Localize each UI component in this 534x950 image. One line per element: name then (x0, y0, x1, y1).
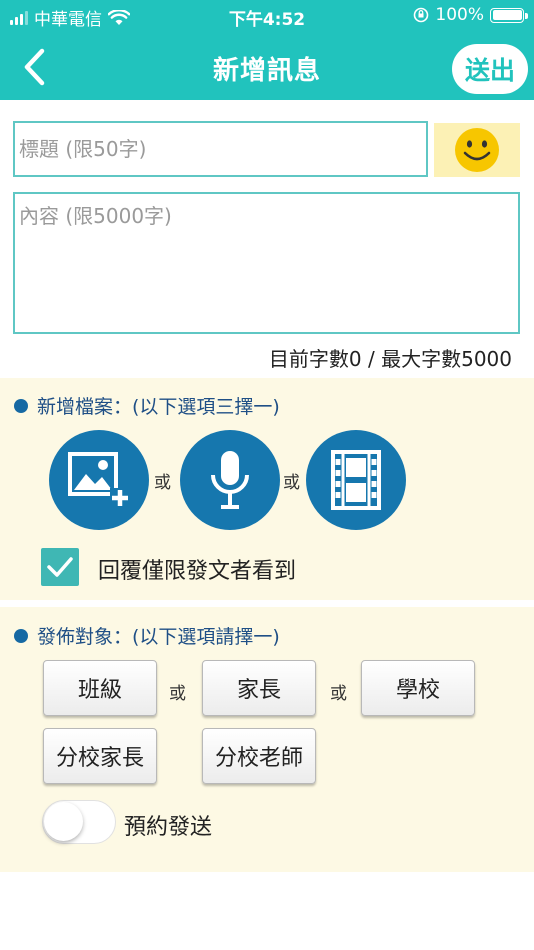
or-label: 或 (169, 684, 186, 704)
attachments-heading: 新增檔案：(以下選項三擇一) (14, 392, 280, 419)
target-branch-parents-button[interactable]: 分校家長 (43, 728, 157, 784)
attachments-heading-text: 新增檔案：(以下選項三擇一) (37, 396, 280, 418)
add-image-icon (68, 452, 130, 508)
target-heading: 發佈對象：(以下選項請擇一) (14, 622, 280, 649)
content-textarea[interactable] (13, 192, 520, 334)
bullet-dot-icon (14, 628, 28, 643)
title-input[interactable] (13, 121, 428, 177)
add-audio-button[interactable] (180, 430, 280, 530)
send-button[interactable]: 送出 (452, 44, 528, 94)
status-bar: 中華電信 下午4:52 100% (0, 0, 534, 32)
emoji-button[interactable] (434, 123, 520, 177)
target-branch-teachers-button[interactable]: 分校老師 (202, 728, 316, 784)
add-image-button[interactable] (49, 430, 149, 530)
checkmark-icon (47, 557, 73, 577)
bullet-dot-icon (14, 398, 28, 413)
schedule-toggle[interactable] (42, 800, 116, 844)
orientation-lock-icon (414, 7, 429, 23)
battery-icon (490, 7, 528, 23)
or-label: 或 (330, 684, 347, 704)
reply-restrict-label: 回覆僅限發文者看到 (98, 559, 297, 584)
or-label: 或 (154, 473, 171, 493)
char-count: 目前字數0 / 最大字數5000 (268, 347, 512, 371)
status-right: 100% (413, 5, 528, 25)
microphone-icon (211, 451, 249, 509)
header: 中華電信 下午4:52 100% 新增訊息 送出 (0, 0, 534, 100)
target-class-button[interactable]: 班級 (43, 660, 157, 716)
add-video-button[interactable] (306, 430, 406, 530)
or-label: 或 (283, 473, 300, 493)
reply-restrict-checkbox[interactable] (41, 548, 79, 586)
toggle-knob (44, 802, 83, 841)
smiley-icon (455, 128, 499, 172)
target-parents-button[interactable]: 家長 (202, 660, 316, 716)
app-screen: 中華電信 下午4:52 100% 新增訊息 送出 標題 (限50字) 內容 (限… (0, 0, 534, 950)
battery-percent: 100% (435, 5, 484, 25)
film-icon (331, 450, 381, 510)
target-heading-text: 發佈對象：(以下選項請擇一) (37, 626, 280, 648)
schedule-label: 預約發送 (124, 815, 213, 840)
target-school-button[interactable]: 學校 (361, 660, 475, 716)
